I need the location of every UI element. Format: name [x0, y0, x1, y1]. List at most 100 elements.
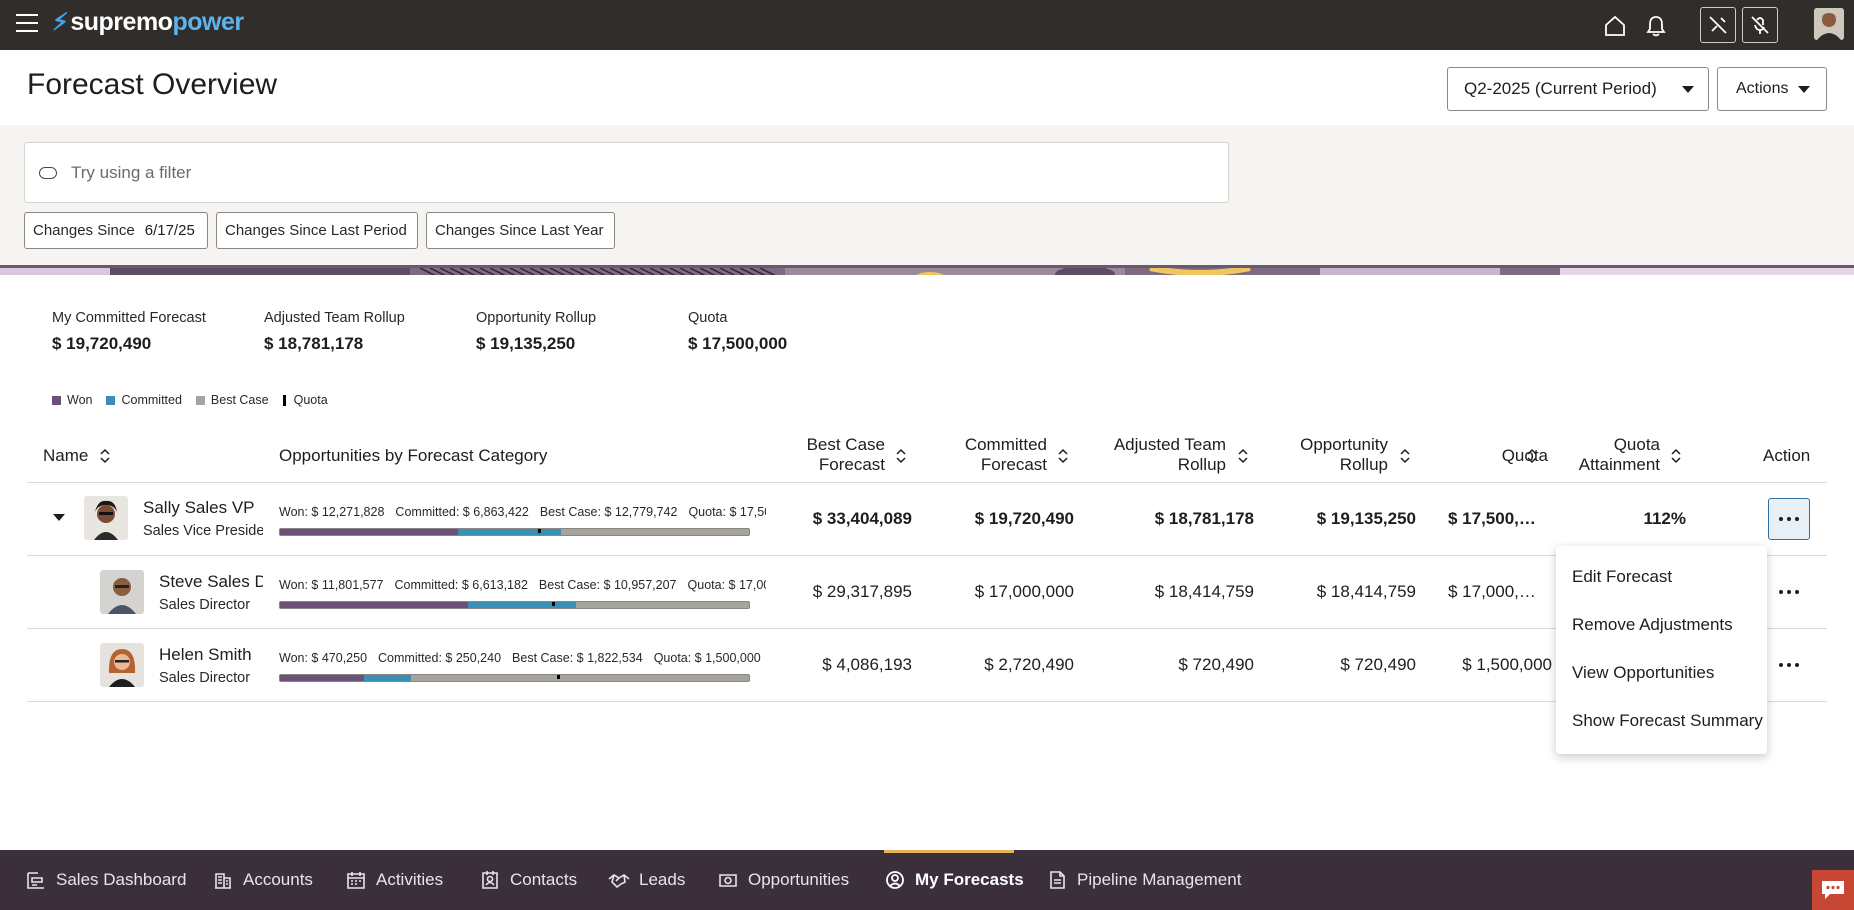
metric-label: Opportunity Rollup [476, 310, 597, 326]
legend-label: Committed [121, 393, 182, 407]
menu-item-view-opportunities[interactable]: View Opportunities [1572, 663, 1714, 683]
nav-item-activities[interactable]: Activities [345, 850, 443, 910]
nav-item-pipeline-management[interactable]: Pipeline Management [1046, 850, 1241, 910]
sort-icon[interactable] [1400, 448, 1410, 464]
nav-item-contacts[interactable]: Contacts [479, 850, 577, 910]
header-label: Opportunity [1300, 435, 1388, 454]
bar-won-segment [280, 602, 468, 608]
home-icon[interactable] [1599, 10, 1631, 42]
chip-changes-since-last-year[interactable]: Changes Since Last Year [426, 212, 615, 249]
person-role: Sales Vice President [143, 523, 263, 539]
forecast-category-labels: Won: $ 11,801,577 Committed: $ 6,613,182 B… [279, 578, 766, 592]
opportunity-rollup-value: $ 19,135,250 [1316, 509, 1416, 528]
page-header: Forecast Overview Q2-2025 (Current Perio… [0, 50, 1854, 125]
header-label: Adjusted Team [1113, 435, 1226, 454]
sort-icon[interactable] [1527, 448, 1537, 464]
won-label: Won: $ 11,801,577 [279, 578, 384, 592]
quota-label: Quota: $ 17,500,000 [688, 505, 766, 519]
bell-icon[interactable] [1640, 10, 1672, 42]
chip-changes-since-last-period[interactable]: Changes Since Last Period [216, 212, 418, 249]
row-actions-button[interactable] [1768, 571, 1810, 613]
brand-prefix: supremo [70, 8, 173, 36]
calendar-icon [345, 869, 367, 891]
quota-attainment-value: 112% [1643, 509, 1686, 528]
legend-swatch [195, 395, 205, 405]
committed-forecast-value[interactable]: $ 2,720,490 [940, 655, 1074, 675]
page-title: Forecast Overview [27, 68, 278, 101]
column-header-opportunity-rollup[interactable]: Opportunity Rollup [1270, 435, 1388, 475]
nav-item-sales-dashboard[interactable]: Sales Dashboard [25, 850, 186, 910]
person-name[interactable]: Sally Sales VP [143, 498, 263, 518]
menu-icon[interactable] [16, 14, 38, 32]
chip-date-value: 6/17/25 [144, 222, 195, 239]
committed-forecast-value[interactable]: $ 17,000,000 [940, 582, 1074, 602]
committed-forecast-value[interactable]: $ 19,720,490 [940, 509, 1074, 529]
quota-label: Quota: $ 17,000,000 [687, 578, 766, 592]
header-label: Opportunities by Forecast Category [279, 446, 548, 465]
column-header-quota-attainment[interactable]: Quota Attainment [1560, 435, 1660, 475]
nav-item-opportunities[interactable]: Opportunities [717, 850, 849, 910]
nav-label: Sales Dashboard [56, 870, 187, 889]
legend-label: Won [67, 393, 93, 407]
expand-caret-icon[interactable] [53, 514, 65, 521]
nav-item-my-forecasts[interactable]: My Forecasts [884, 850, 1024, 910]
metric-value: $ 17,500,000 [688, 334, 788, 353]
sort-icon[interactable] [896, 448, 906, 464]
nav-item-leads[interactable]: Leads [608, 850, 685, 910]
sort-icon[interactable] [1058, 448, 1068, 464]
person-name[interactable]: Steve Sales Director [159, 572, 263, 592]
more-icon [1779, 663, 1799, 667]
committed-label: Committed: $ 250,240 [378, 651, 502, 665]
filter-input[interactable]: Try using a filter [24, 142, 1229, 203]
building-icon [212, 869, 234, 891]
column-header-opportunities: Opportunities by Forecast Category [279, 446, 547, 466]
metric-label: Adjusted Team Rollup [264, 310, 405, 326]
best-case-forecast-value: $ 4,086,193 [822, 655, 912, 674]
column-header-adjusted-team-rollup[interactable]: Adjusted Team Rollup [1090, 435, 1226, 475]
row-actions-button[interactable] [1768, 498, 1810, 540]
nav-item-accounts[interactable]: Accounts [212, 850, 313, 910]
person-forecast-icon [884, 869, 906, 891]
header-label: Rollup [1339, 455, 1388, 474]
adjusted-team-rollup-value[interactable]: $ 18,414,759 [1110, 582, 1254, 602]
legend-quota: Quota [282, 393, 328, 407]
person-role: Sales Director [159, 597, 251, 613]
column-header-best-case-forecast[interactable]: Best Case Forecast [790, 435, 885, 475]
app-logo[interactable]: ⚡︎ supremo power [52, 8, 244, 37]
user-avatar[interactable] [1814, 8, 1844, 40]
bolt-icon: ⚡︎ [52, 9, 69, 36]
sort-icon[interactable] [1238, 448, 1248, 464]
legend-swatch [106, 395, 116, 405]
column-header-name[interactable]: Name [43, 446, 88, 466]
bar-committed-segment [458, 529, 561, 535]
microphone-off-icon[interactable] [1742, 7, 1778, 43]
adjusted-team-rollup-value[interactable]: $ 720,490 [1110, 655, 1254, 675]
brand-suffix: power [172, 8, 244, 36]
menu-item-edit-forecast[interactable]: Edit Forecast [1572, 567, 1672, 587]
metric-quota: Quota $ 17,500,000 [688, 310, 787, 354]
period-select[interactable]: Q2-2025 (Current Period) [1447, 67, 1709, 111]
metric-adjusted-team-rollup: Adjusted Team Rollup $ 18,781,178 [264, 310, 405, 354]
forecast-category-bar [279, 601, 750, 609]
committed-label: Committed: $ 6,863,422 [395, 505, 529, 519]
nav-label: Accounts [243, 870, 313, 889]
nav-label: Leads [639, 870, 686, 889]
chat-icon[interactable] [1812, 870, 1854, 910]
forecast-category-bar [279, 528, 750, 536]
won-label: Won: $ 12,271,828 [279, 505, 385, 519]
forecast-category-labels: Won: $ 470,250 Committed: $ 250,240 Best C… [279, 651, 766, 665]
sort-icon[interactable] [1671, 448, 1681, 464]
adjusted-team-rollup-value[interactable]: $ 18,781,178 [1110, 509, 1254, 529]
column-header-committed-forecast[interactable]: Committed Forecast [940, 435, 1047, 475]
actions-button[interactable]: Actions [1717, 67, 1827, 111]
person-name[interactable]: Helen Smith [159, 645, 269, 665]
menu-item-show-forecast-summary[interactable]: Show Forecast Summary [1572, 711, 1763, 731]
menu-item-remove-adjustments[interactable]: Remove Adjustments [1572, 615, 1733, 635]
sort-icon[interactable] [100, 448, 110, 464]
nav-label: Contacts [510, 870, 578, 889]
metric-opportunity-rollup: Opportunity Rollup $ 19,135,250 [476, 310, 596, 354]
chip-changes-since-date[interactable]: Changes Since 6/17/25 [24, 212, 208, 249]
header-label: Attainment [1578, 455, 1660, 474]
row-actions-button[interactable] [1768, 644, 1810, 686]
tools-off-icon[interactable] [1700, 7, 1736, 43]
